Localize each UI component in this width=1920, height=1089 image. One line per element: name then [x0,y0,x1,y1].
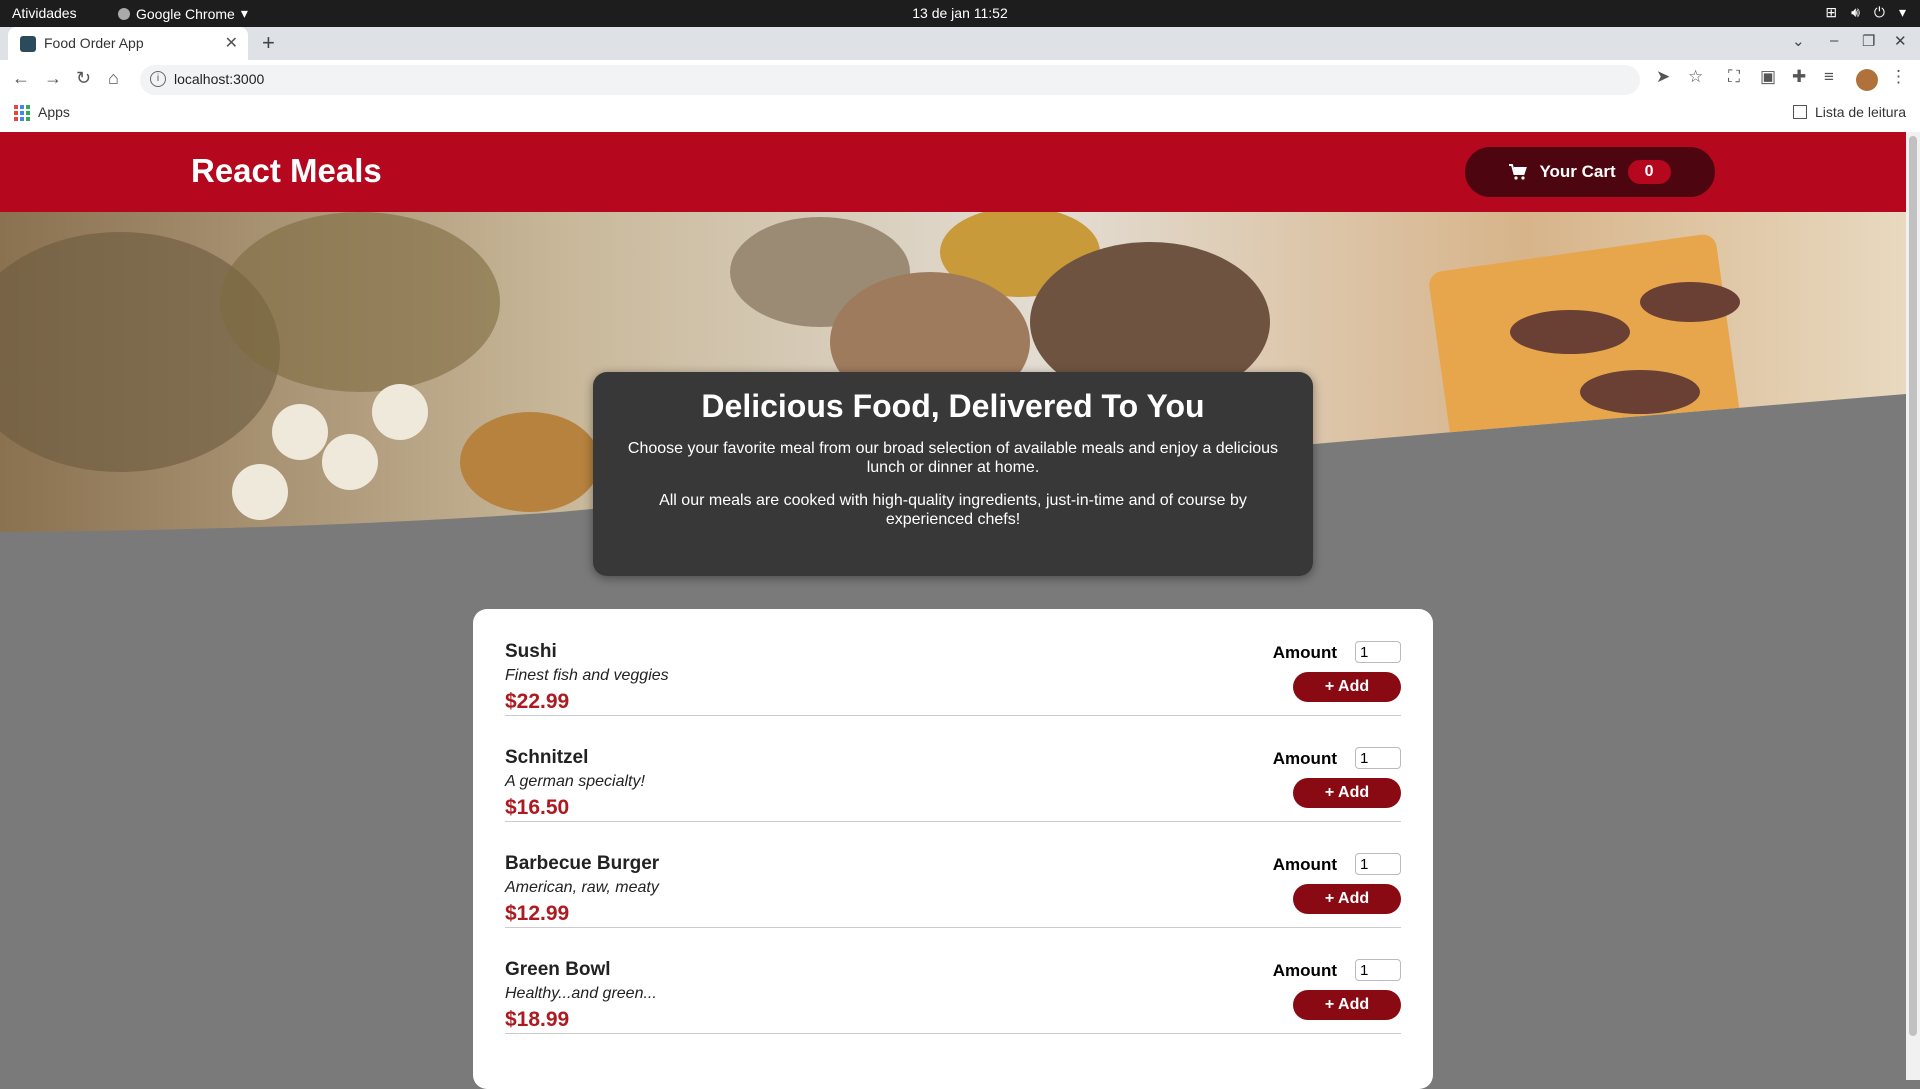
meal-description: American, raw, meaty [505,879,659,896]
amount-label: Amount [1272,643,1337,662]
network-icon: ⊞ [1825,4,1838,20]
summary-title: Delicious Food, Delivered To You [701,388,1205,424]
back-icon[interactable]: ← [12,68,30,89]
os-top-bar: Atividades Google Chrome ▾ 13 de jan 11:… [0,0,1920,27]
screenshot-icon[interactable]: ⛶ [1728,67,1740,87]
meal-item: Sushi Finest fish and veggies $22.99 Amo… [505,609,1401,716]
amount-input[interactable] [1355,641,1401,663]
volume-icon: 🔊︎ [1851,4,1860,20]
url-text: localhost:3000 [174,71,265,87]
power-icon: ⏻ [1873,4,1885,20]
bookmarks-bar [0,100,1920,133]
close-tab-icon[interactable]: ✕ [225,33,238,53]
add-button[interactable]: + Add [1293,990,1401,1020]
amount-label: Amount [1272,749,1337,768]
menu-icon[interactable]: ⋮ [1890,67,1907,87]
amount-label: Amount [1272,961,1337,980]
meal-price: $12.99 [505,902,570,925]
meal-name: Barbecue Burger [505,853,660,874]
meal-item: Schnitzel A german specialty! $16.50 Amo… [505,715,1401,822]
reading-list-button[interactable]: Lista de leitura [1792,104,1906,120]
meal-price: $18.99 [505,1008,570,1031]
meals-list: Sushi Finest fish and veggies $22.99 Amo… [473,609,1433,1089]
meal-item: Barbecue Burger American, raw, meaty $12… [505,821,1401,928]
system-tray[interactable]: ⊞ 🔊︎ ⏻ ▾ [1825,4,1906,21]
scrollbar-thumb[interactable] [1909,136,1917,1036]
bookmark-star-icon[interactable]: ☆ [1688,67,1703,87]
site-info-icon[interactable]: i [150,71,166,87]
brand-title: React Meals [191,152,382,189]
new-tab-button[interactable]: + [262,30,275,56]
picture-in-picture-icon[interactable]: ▣ [1760,67,1776,87]
reading-list-label: Lista de leitura [1814,104,1906,120]
meal-price: $16.50 [505,796,570,819]
meal-price: $22.99 [505,690,570,713]
summary-paragraph-2: All our meals are cooked with high-quali… [659,492,1247,528]
amount-input[interactable] [1355,959,1401,981]
tab-search-icon[interactable]: ⌄ [1792,32,1805,50]
meal-name: Schnitzel [505,747,589,768]
cart-button[interactable]: Your Cart 0 [1465,147,1715,197]
meal-item: Green Bowl Healthy...and green... $18.99… [505,927,1401,1034]
restore-icon[interactable]: ❐ [1862,32,1875,50]
add-button[interactable]: + Add [1293,884,1401,914]
meal-description: A german specialty! [505,773,645,790]
cart-count-badge: 0 [1627,160,1671,184]
tab-strip [0,27,1920,60]
cart-icon [1509,164,1528,180]
meal-name: Green Bowl [505,959,611,980]
add-button[interactable]: + Add [1293,778,1401,808]
forward-icon[interactable]: → [44,68,62,89]
summary-paragraph-1: Choose your favorite meal from our broad… [627,440,1279,476]
caret-down-icon: ▾ [1898,4,1906,20]
reload-icon[interactable]: ↻ [76,68,91,89]
amount-input[interactable] [1355,747,1401,769]
extensions-icon[interactable]: ✚ [1792,67,1806,87]
bookmark-apps[interactable]: Apps [38,104,70,120]
media-icon[interactable]: ≡ [1824,67,1834,87]
reading-list-icon [1792,105,1807,119]
add-button[interactable]: + Add [1293,672,1401,702]
browser-tab[interactable]: Food Order App ✕ [8,27,248,60]
meal-name: Sushi [505,641,557,662]
cart-label: Your Cart [1539,162,1616,181]
tab-title: Food Order App [44,35,144,51]
meals-summary: Delicious Food, Delivered To You Choose … [593,372,1313,576]
send-icon[interactable]: ➤ [1656,67,1670,87]
minimize-icon[interactable]: – [1830,32,1838,49]
home-icon[interactable]: ⌂ [108,68,119,89]
amount-input[interactable] [1355,853,1401,875]
favicon-icon [20,36,36,52]
address-bar[interactable]: i localhost:3000 [140,65,1640,95]
close-window-icon[interactable]: ✕ [1894,32,1907,50]
amount-label: Amount [1272,855,1337,874]
clock[interactable]: 13 de jan 11:52 [0,5,1920,21]
profile-avatar[interactable] [1856,69,1878,91]
meal-description: Healthy...and green... [505,985,657,1002]
meal-description: Finest fish and veggies [505,667,669,684]
apps-grid-icon[interactable] [14,105,30,121]
